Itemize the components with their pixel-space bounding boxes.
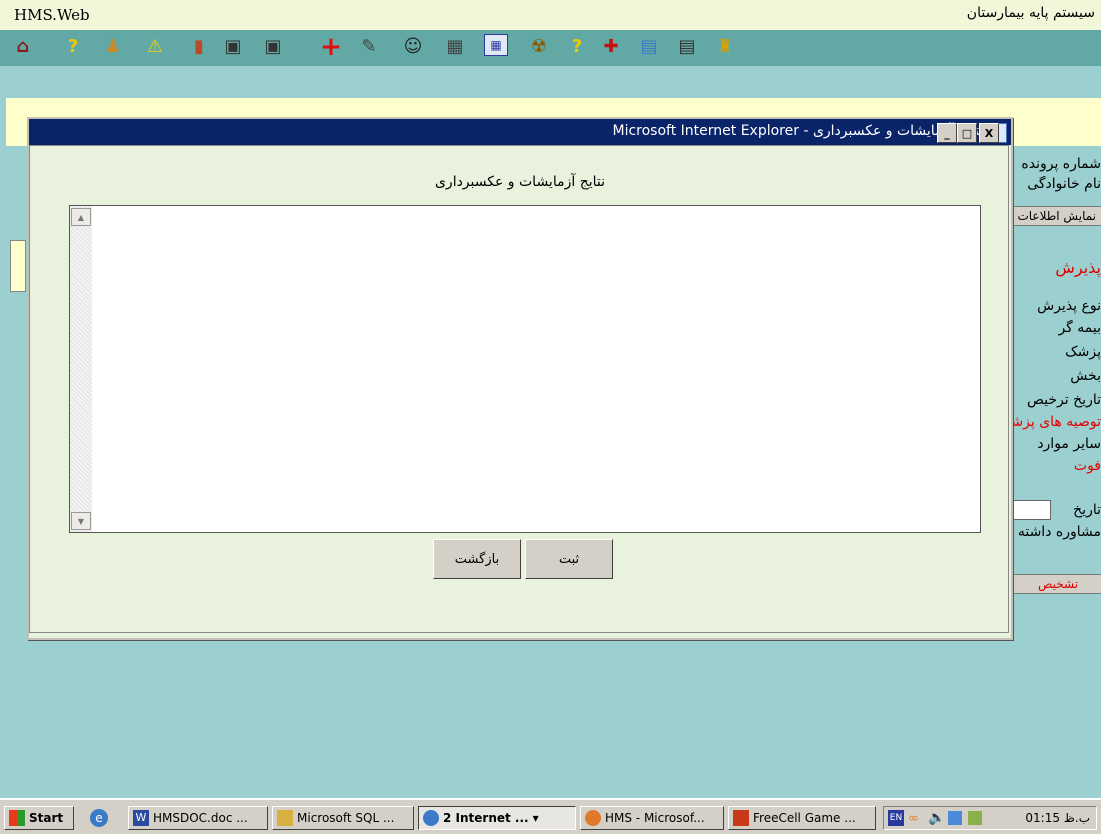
submit-button[interactable]: ثبت (525, 539, 613, 579)
consultation-label: مشاوره داشته (1017, 524, 1101, 540)
house-icon[interactable]: ⌂ (10, 34, 36, 60)
start-label: Start (29, 811, 64, 825)
clock: 01:15 ب.ظ (1025, 811, 1090, 825)
equipment-icon[interactable]: ▦ (442, 34, 468, 60)
admission-heading: پذیرش (1055, 258, 1101, 277)
page-heading: نتایج آزمایشات و عکسبرداری (434, 174, 606, 190)
red-cross-icon[interactable]: + (318, 34, 344, 60)
diagnosis-button[interactable]: تشخیص (1013, 574, 1101, 594)
taskbar-item[interactable]: HMS - Microsof... (580, 806, 724, 830)
hms-app-icon (585, 810, 601, 826)
chevron-down-icon: ▾ (532, 811, 539, 825)
language-indicator[interactable]: EN (888, 810, 904, 826)
messenger-icon[interactable]: ∞ (908, 811, 919, 826)
warning-icon[interactable]: ⚠ (142, 34, 168, 60)
edit-document-icon[interactable]: ✎ (356, 34, 382, 60)
dialog-titlebar[interactable]: نتایج آزمایشات و عکسبرداری - Microsoft I… (29, 119, 1011, 145)
volume-icon[interactable]: 🔈 (928, 810, 945, 826)
taskbar-item[interactable]: 2 Internet ... ▾ (418, 806, 576, 830)
show-info-button[interactable]: نمایش اطلاعات (1009, 206, 1101, 226)
family-name-label: نام خانوادگی (1027, 176, 1101, 192)
taskbar-item-label: Microsoft SQL ... (297, 811, 395, 825)
taskbar-item[interactable]: Microsoft SQL ... (272, 806, 414, 830)
users-icon[interactable]: ♟ (100, 34, 126, 60)
first-aid-kit-icon[interactable]: ✚ (598, 34, 624, 60)
network-icon[interactable] (948, 811, 962, 825)
radiation-icon[interactable]: ☢ (526, 34, 552, 60)
death-label: فوت (1073, 458, 1101, 474)
results-dialog-window: نتایج آزمایشات و عکسبرداری - Microsoft I… (27, 117, 1013, 640)
ie-quicklaunch-icon[interactable]: e (90, 809, 108, 827)
file-number-label: شماره پرونده (1021, 156, 1101, 172)
recommendations-label: توصیه های پزشک (998, 414, 1101, 430)
ie-icon (423, 810, 439, 826)
app-title: سیستم پایه بیمارستان (966, 5, 1095, 21)
sql-server-icon (277, 810, 293, 826)
taskbar-item-label: FreeCell Game ... (753, 811, 856, 825)
report-icon[interactable]: ▤ (674, 34, 700, 60)
ward-label: بخش (1070, 368, 1101, 384)
other-items-label: سایر موارد (1037, 436, 1101, 452)
nurse-icon[interactable]: ☺ (400, 34, 426, 60)
side-collapse-handle[interactable] (10, 240, 26, 292)
main-toolbar: ⌂ ? ♟ ⚠ ▮ ▣ ▣ + ✎ ☺ ▦ ▦ ☢ ? ✚ ▤ ▤ ♜ (0, 30, 1101, 66)
scroll-up-arrow-icon[interactable]: ▲ (71, 208, 91, 226)
windows-taskbar: Start e W HMSDOC.doc ... Microsoft SQL .… (0, 798, 1101, 834)
discharge-date-label: تاریخ ترخیص (1027, 392, 1101, 408)
scroll-down-arrow-icon[interactable]: ▼ (71, 512, 91, 530)
calendar-grid-icon[interactable]: ▦ (484, 34, 508, 56)
taskbar-item-label: HMS - Microsof... (605, 811, 705, 825)
doctor-label: پزشک (1065, 344, 1101, 360)
network-computers-icon[interactable]: ▣ (220, 34, 246, 60)
textarea-scrollbar[interactable]: ▲ ▼ (70, 206, 92, 532)
freecell-icon (733, 810, 749, 826)
system-tray: EN ∞ 🔈 01:15 ب.ظ (883, 806, 1097, 830)
word-icon: W (133, 810, 149, 826)
maximize-button[interactable]: □ (957, 123, 977, 143)
taskbar-item-label: HMSDOC.doc ... (153, 811, 248, 825)
results-textarea[interactable]: ▲ ▼ (69, 205, 981, 533)
app-header: HMS.Web سیستم پایه بیمارستان (0, 0, 1101, 30)
minimize-button[interactable]: _ (937, 123, 957, 143)
tray-app-icon[interactable] (968, 811, 982, 825)
background-form: شماره پرونده نام خانوادگی نمایش اطلاعات … (998, 150, 1101, 650)
computer-icon[interactable]: ▣ (260, 34, 286, 60)
insurer-label: بیمه گر (1058, 320, 1101, 336)
help-icon[interactable]: ? (60, 34, 86, 60)
windows-logo-icon (9, 810, 25, 826)
brand-logo: HMS.Web (14, 6, 90, 24)
taskbar-item[interactable]: W HMSDOC.doc ... (128, 806, 268, 830)
back-button[interactable]: بازگشت (433, 539, 521, 579)
start-button[interactable]: Start (4, 806, 74, 830)
date-input[interactable] (1013, 500, 1051, 520)
dialog-title: نتایج آزمایشات و عکسبرداری - Microsoft I… (612, 123, 984, 139)
admission-type-label: نوع پذیرش (1037, 298, 1101, 314)
drink-icon[interactable]: ♜ (712, 34, 738, 60)
taskbar-item[interactable]: FreeCell Game ... (728, 806, 876, 830)
close-button[interactable]: X (979, 123, 999, 143)
records-icon[interactable]: ▤ (636, 34, 662, 60)
exit-door-icon[interactable]: ▮ (186, 34, 212, 60)
date-label: تاریخ (1073, 502, 1101, 518)
taskbar-item-label: 2 Internet ... (443, 811, 529, 825)
help-icon-2[interactable]: ? (564, 34, 590, 60)
